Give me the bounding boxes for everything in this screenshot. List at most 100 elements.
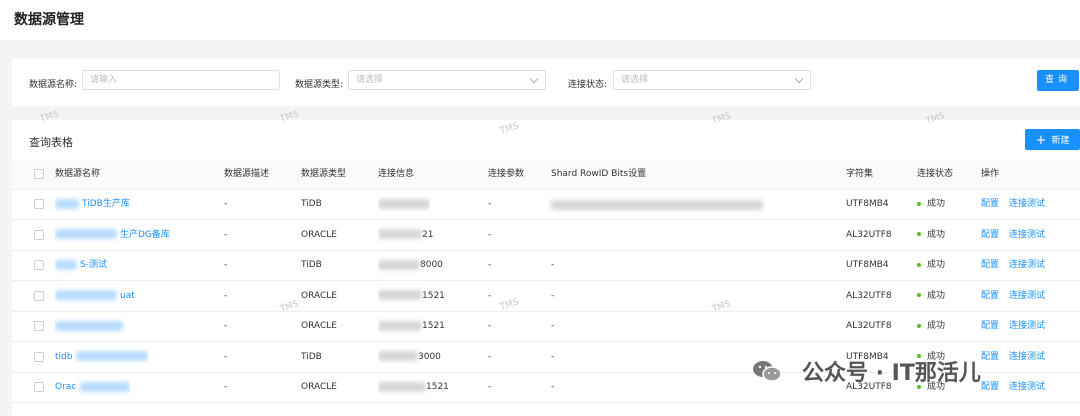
datasource-name-text: Orac — [55, 382, 77, 392]
connection-params: - — [488, 321, 492, 331]
connection-info: 21 — [378, 221, 433, 250]
connection-port: 8000 — [420, 260, 443, 270]
connection-info: 1521 — [378, 373, 449, 402]
redacted-name — [55, 229, 117, 239]
redacted-name — [55, 320, 123, 331]
datasource-name-link[interactable]: S-测试 — [55, 251, 107, 280]
datasource-name-link[interactable]: Orac — [55, 373, 131, 402]
shard-rowid-bits: - — [551, 260, 555, 270]
connection-params: - — [488, 229, 492, 240]
connection-test-link[interactable]: 连接测试 — [1009, 221, 1045, 250]
connection-test-link[interactable]: 连接测试 — [1009, 282, 1045, 311]
redacted-connection — [378, 259, 420, 270]
datasource-type: TiDB — [301, 260, 322, 270]
redacted-connection — [378, 320, 422, 331]
row-checkbox[interactable] — [34, 260, 44, 270]
column-header: 连接参数 — [488, 169, 525, 179]
connection-test-link[interactable]: 连接测试 — [1009, 190, 1045, 219]
connection-test-link[interactable]: 连接测试 — [1009, 251, 1045, 280]
row-checkbox[interactable] — [34, 199, 44, 209]
datasource-name-link[interactable]: tidb — [55, 343, 149, 372]
connection-status-select[interactable]: 请选择 — [613, 70, 811, 90]
connection-info: 8000 — [378, 251, 443, 280]
config-link[interactable]: 配置 — [981, 251, 999, 280]
datasource-name-input[interactable]: 请输入 — [82, 70, 280, 90]
table-row: TiDB生产库 - TiDB - UTF8MB4 成功 配置 连接测试 — [12, 190, 1080, 220]
datasource-type: TiDB — [301, 351, 322, 362]
config-link[interactable]: 配置 — [981, 190, 999, 219]
datasource-name-text: TiDB生产库 — [82, 199, 130, 209]
datasource-name-link[interactable]: TiDB生产库 — [55, 190, 130, 219]
connection-port: 1521 — [426, 382, 449, 392]
row-checkbox[interactable] — [34, 229, 44, 240]
redacted-connection — [378, 381, 426, 392]
datasource-name-text: S-测试 — [80, 260, 107, 270]
new-button[interactable]: + 新建 — [1025, 129, 1080, 150]
success-dot-icon — [917, 232, 921, 236]
config-link[interactable]: 配置 — [981, 312, 999, 341]
chevron-down-icon — [794, 74, 804, 84]
datasource-type-select[interactable]: 请选择 — [348, 70, 546, 90]
status-text: 成功 — [927, 199, 946, 209]
shard-rowid-bits: - — [551, 321, 555, 331]
table-row: 生产DG备库 - ORACLE 21 - AL32UTF8 成功 配置 连接测试 — [12, 221, 1080, 251]
redacted-name — [55, 259, 77, 270]
status-text: 成功 — [927, 321, 946, 331]
wechat-account-name: 公众号 · IT那活儿 — [802, 361, 981, 386]
row-checkbox[interactable] — [34, 290, 44, 301]
datasource-name-link[interactable]: 生产DG备库 — [55, 221, 170, 250]
success-dot-icon — [917, 293, 921, 297]
query-button[interactable]: 查询 — [1037, 70, 1079, 91]
datasource-name-link[interactable]: uat — [55, 282, 135, 311]
datasource-type: TiDB — [301, 199, 322, 209]
datasource-name-text: tidb — [55, 351, 73, 362]
connection-port: 3000 — [418, 351, 441, 362]
connection-status: 成功 — [917, 312, 945, 341]
status-text: 成功 — [927, 290, 946, 301]
datasource-type: ORACLE — [301, 229, 337, 240]
datasource-name-text: 生产DG备库 — [120, 229, 170, 240]
table-title: 查询表格 — [29, 136, 73, 149]
table-row: S-测试 - TiDB 8000 - - UTF8MB4 成功 配置 连接测试 — [12, 251, 1080, 281]
connection-info: 1521 — [378, 282, 445, 311]
connection-info — [378, 190, 430, 219]
connection-status-placeholder: 请选择 — [621, 75, 649, 85]
datasource-name-label: 数据源名称: — [29, 80, 78, 90]
plus-icon: + — [1035, 133, 1047, 148]
config-link[interactable]: 配置 — [981, 282, 999, 311]
top-bar: 数据源管理 — [0, 0, 1080, 40]
datasource-name-link[interactable] — [55, 312, 126, 341]
config-link[interactable]: 配置 — [981, 221, 999, 250]
charset: AL32UTF8 — [846, 229, 892, 240]
redacted-connection — [378, 351, 418, 361]
row-checkbox[interactable] — [34, 382, 44, 392]
connection-status: 成功 — [917, 251, 945, 280]
connection-port: 1521 — [422, 321, 445, 331]
charset: UTF8MB4 — [846, 199, 889, 209]
connection-params: - — [488, 351, 492, 362]
table-row: uat - ORACLE 1521 - - AL32UTF8 成功 配置 连接测试 — [12, 282, 1080, 312]
success-dot-icon — [917, 262, 921, 267]
status-text: 成功 — [927, 229, 946, 240]
status-text: 成功 — [927, 260, 946, 270]
search-panel: 数据源名称: 请输入 数据源类型: 请选择 连接状态: 请选择 查询 — [12, 58, 1080, 106]
connection-status: 成功 — [917, 282, 945, 311]
select-all-checkbox[interactable] — [34, 169, 44, 179]
row-checkbox[interactable] — [34, 351, 44, 362]
datasource-description: - — [224, 199, 228, 209]
datasource-type-placeholder: 请选择 — [356, 75, 384, 85]
success-dot-icon — [917, 323, 921, 328]
datasource-type-label: 数据源类型: — [295, 80, 344, 90]
charset: AL32UTF8 — [846, 290, 892, 301]
connection-params: - — [488, 260, 492, 270]
connection-test-link[interactable]: 连接测试 — [1009, 312, 1045, 341]
datasource-type: ORACLE — [301, 290, 337, 301]
redacted-name — [80, 381, 131, 392]
datasource-description: - — [224, 290, 228, 301]
column-header: 操作 — [981, 169, 1000, 179]
page-title: 数据源管理 — [14, 12, 84, 28]
datasource-description: - — [224, 229, 228, 240]
connection-info: 3000 — [378, 343, 441, 372]
row-checkbox[interactable] — [34, 321, 44, 331]
connection-port: 21 — [422, 229, 434, 240]
